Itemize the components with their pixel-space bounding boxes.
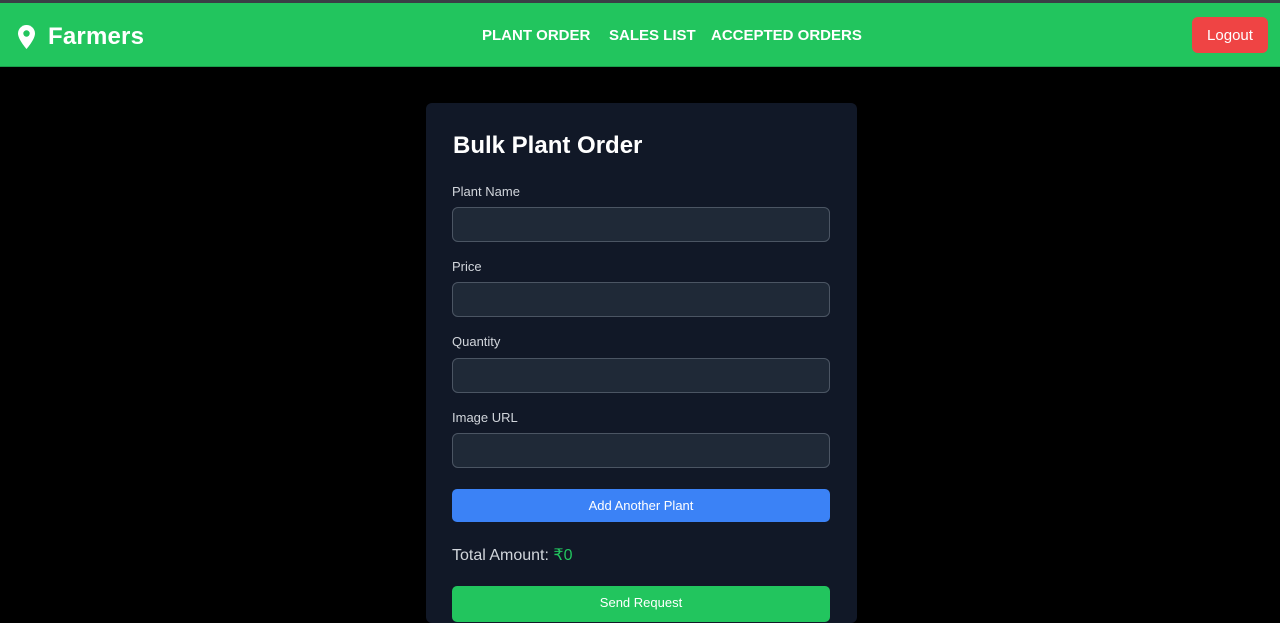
logout-button[interactable]: Logout [1192, 17, 1268, 53]
price-label: Price [452, 259, 482, 274]
total-amount-value: ₹0 [553, 547, 573, 564]
nav-link-sales-list[interactable]: SALES LIST [609, 27, 696, 45]
total-amount-label: Total Amount: [452, 547, 549, 564]
plant-name-input[interactable] [452, 207, 830, 242]
send-request-button[interactable]: Send Request [452, 586, 830, 622]
navbar: Farmers PLANT ORDER SALES LIST ACCEPTED … [0, 3, 1280, 67]
bulk-order-card: Bulk Plant Order Plant Name Price Quanti… [426, 103, 857, 623]
image-url-input[interactable] [452, 433, 830, 468]
quantity-input[interactable] [452, 358, 830, 393]
add-another-plant-button[interactable]: Add Another Plant [452, 489, 830, 522]
nav-link-accepted-orders[interactable]: ACCEPTED ORDERS [711, 27, 862, 45]
price-input[interactable] [452, 282, 830, 317]
quantity-label: Quantity [452, 334, 501, 349]
image-url-label: Image URL [452, 410, 518, 425]
total-amount: Total Amount: ₹0 [452, 546, 572, 566]
page-title: Bulk Plant Order [453, 132, 643, 159]
main-nav: PLANT ORDER SALES LIST ACCEPTED ORDERS [0, 27, 1280, 47]
plant-name-label: Plant Name [452, 184, 520, 199]
nav-link-plant-order[interactable]: PLANT ORDER [482, 27, 590, 45]
